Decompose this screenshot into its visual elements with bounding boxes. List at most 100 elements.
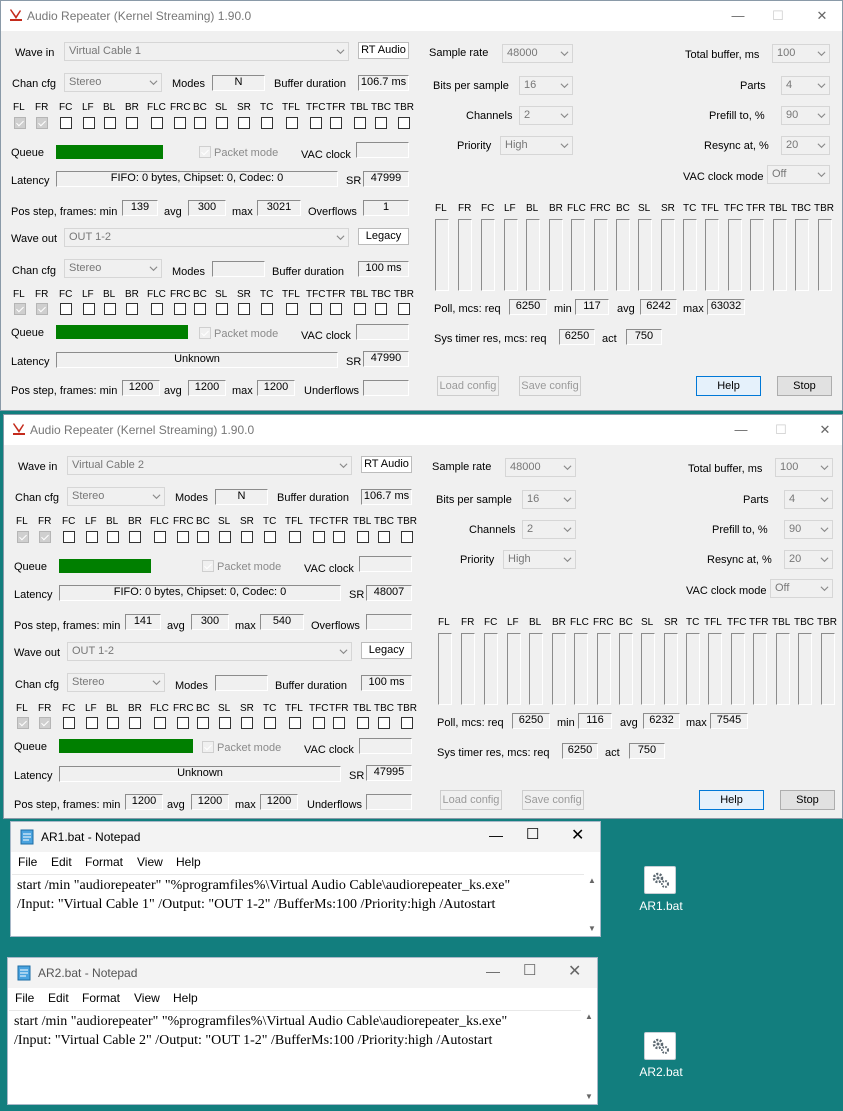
menu-view[interactable]: View (137, 855, 163, 869)
channel-checkbox-br[interactable] (129, 531, 141, 543)
out-channel-checkbox-tfc[interactable] (313, 717, 325, 729)
channel-checkbox-tfl[interactable] (289, 531, 301, 543)
maximize-icon[interactable]: ☐ (523, 961, 536, 979)
channel-checkbox-fc[interactable] (60, 117, 72, 129)
close-icon[interactable]: ✕ (568, 961, 581, 981)
out-channel-checkbox-lf[interactable] (86, 717, 98, 729)
out-channel-checkbox-tc[interactable] (261, 303, 273, 315)
channel-checkbox-sl[interactable] (219, 531, 231, 543)
out-channel-checkbox-tfl[interactable] (286, 303, 298, 315)
wave-in-select[interactable]: Virtual Cable 2 (67, 456, 352, 475)
out-channel-checkbox-tfr[interactable] (333, 717, 345, 729)
channel-checkbox-tc[interactable] (261, 117, 273, 129)
channel-checkbox-frc[interactable] (174, 117, 186, 129)
legacy-toggle[interactable]: Legacy (358, 228, 409, 245)
scroll-down-icon[interactable]: ▼ (585, 1092, 593, 1101)
channel-checkbox-tfc[interactable] (310, 117, 322, 129)
out-channel-checkbox-tbc[interactable] (375, 303, 387, 315)
bat-file-icon[interactable] (644, 866, 676, 894)
scroll-up-icon[interactable]: ▲ (588, 876, 596, 885)
out-channel-checkbox-frc[interactable] (174, 303, 186, 315)
minimize-icon[interactable]: — (723, 5, 753, 27)
channel-checkbox-tfr[interactable] (333, 531, 345, 543)
channel-checkbox-sr[interactable] (241, 531, 253, 543)
out-channel-checkbox-tfl[interactable] (289, 717, 301, 729)
out-channel-checkbox-tbc[interactable] (378, 717, 390, 729)
channel-checkbox-br[interactable] (126, 117, 138, 129)
out-channel-checkbox-flc[interactable] (151, 303, 163, 315)
menu-edit[interactable]: Edit (48, 991, 69, 1005)
channel-checkbox-sl[interactable] (216, 117, 228, 129)
channel-checkbox-bl[interactable] (104, 117, 116, 129)
wave-in-select[interactable]: Virtual Cable 1 (64, 42, 349, 61)
out-channel-checkbox-frc[interactable] (177, 717, 189, 729)
stop-button[interactable]: Stop (780, 790, 835, 810)
scroll-down-icon[interactable]: ▼ (588, 924, 596, 933)
out-channel-checkbox-br[interactable] (126, 303, 138, 315)
channel-checkbox-lf[interactable] (86, 531, 98, 543)
menu-format[interactable]: Format (85, 855, 123, 869)
out-channel-checkbox-sl[interactable] (216, 303, 228, 315)
parts-select[interactable]: 4 (781, 76, 830, 95)
vertical-scrollbar[interactable]: ▲ ▼ (585, 874, 600, 935)
channel-checkbox-flc[interactable] (154, 531, 166, 543)
chan-cfg-out-select[interactable]: Stereo (67, 673, 165, 692)
channel-checkbox-sr[interactable] (238, 117, 250, 129)
priority-select[interactable]: High (503, 550, 576, 569)
desktop-icon-label[interactable]: AR1.bat (631, 899, 691, 913)
total-buffer-select[interactable]: 100 (775, 458, 833, 477)
bits-per-sample-select[interactable]: 16 (519, 76, 573, 95)
out-channel-checkbox-fc[interactable] (60, 303, 72, 315)
stop-button[interactable]: Stop (777, 376, 832, 396)
vertical-scrollbar[interactable]: ▲ ▼ (582, 1010, 597, 1103)
maximize-icon[interactable]: ☐ (526, 825, 539, 843)
channel-checkbox-tfl[interactable] (286, 117, 298, 129)
channel-checkbox-tfr[interactable] (330, 117, 342, 129)
chan-cfg-in-select[interactable]: Stereo (64, 73, 162, 92)
scroll-up-icon[interactable]: ▲ (585, 1012, 593, 1021)
out-channel-checkbox-br[interactable] (129, 717, 141, 729)
channel-checkbox-tc[interactable] (264, 531, 276, 543)
channel-checkbox-tbc[interactable] (375, 117, 387, 129)
parts-select[interactable]: 4 (784, 490, 833, 509)
channel-checkbox-bl[interactable] (107, 531, 119, 543)
menu-format[interactable]: Format (82, 991, 120, 1005)
channels-select[interactable]: 2 (522, 520, 576, 539)
out-channel-checkbox-tc[interactable] (264, 717, 276, 729)
channel-checkbox-lf[interactable] (83, 117, 95, 129)
wave-out-select[interactable]: OUT 1-2 (64, 228, 349, 247)
help-button[interactable]: Help (696, 376, 761, 396)
close-icon[interactable]: ✕ (810, 419, 840, 441)
out-channel-checkbox-sr[interactable] (238, 303, 250, 315)
sample-rate-select[interactable]: 48000 (502, 44, 573, 63)
resync-select[interactable]: 20 (781, 136, 830, 155)
out-channel-checkbox-tbl[interactable] (357, 717, 369, 729)
bat-file-icon[interactable] (644, 1032, 676, 1060)
legacy-toggle[interactable]: Legacy (361, 642, 412, 659)
menu-help[interactable]: Help (173, 991, 198, 1005)
out-channel-checkbox-fc[interactable] (63, 717, 75, 729)
out-channel-checkbox-tfr[interactable] (330, 303, 342, 315)
out-channel-checkbox-lf[interactable] (83, 303, 95, 315)
editor-text[interactable]: start /min "audiorepeater" "%programfile… (14, 1012, 507, 1050)
rt-audio-toggle[interactable]: RT Audio (361, 456, 412, 473)
help-button[interactable]: Help (699, 790, 764, 810)
chan-cfg-out-select[interactable]: Stereo (64, 259, 162, 278)
out-channel-checkbox-sl[interactable] (219, 717, 231, 729)
vac-clock-mode-select[interactable]: Off (767, 165, 830, 184)
rt-audio-toggle[interactable]: RT Audio (358, 42, 409, 59)
menu-edit[interactable]: Edit (51, 855, 72, 869)
out-channel-checkbox-tbl[interactable] (354, 303, 366, 315)
close-icon[interactable]: ✕ (571, 825, 584, 845)
channel-checkbox-bc[interactable] (197, 531, 209, 543)
out-channel-checkbox-flc[interactable] (154, 717, 166, 729)
prefill-select[interactable]: 90 (784, 520, 833, 539)
bits-per-sample-select[interactable]: 16 (522, 490, 576, 509)
resync-select[interactable]: 20 (784, 550, 833, 569)
minimize-icon[interactable]: — (486, 963, 500, 979)
channel-checkbox-tbr[interactable] (401, 531, 413, 543)
channel-checkbox-tbl[interactable] (357, 531, 369, 543)
desktop-icon-label[interactable]: AR2.bat (631, 1065, 691, 1079)
channels-select[interactable]: 2 (519, 106, 573, 125)
close-icon[interactable]: ✕ (807, 5, 837, 27)
